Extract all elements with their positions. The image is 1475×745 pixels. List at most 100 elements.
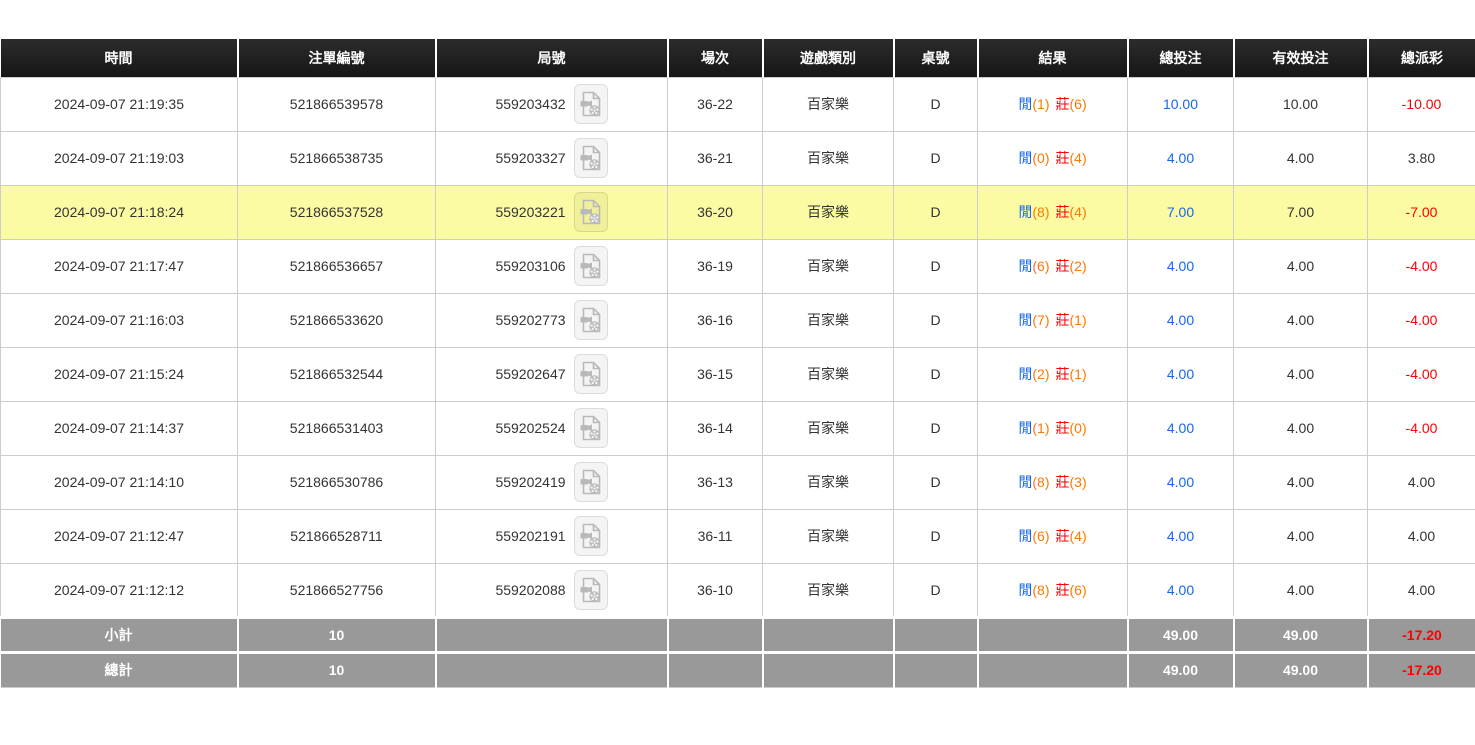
banker-result-score: (2) <box>1070 258 1087 274</box>
time-cell: 2024-09-07 21:12:12 <box>1 563 238 617</box>
video-replay-button[interactable] <box>574 516 608 556</box>
round-number: 559202191 <box>495 528 565 544</box>
col-header-game-type: 遊戲類別 <box>763 39 894 77</box>
video-file-icon <box>579 522 603 550</box>
banker-result-score: (4) <box>1070 204 1087 220</box>
valid-bet-cell: 10.00 <box>1234 77 1368 131</box>
table-number-cell: D <box>894 239 978 293</box>
total-bet-link[interactable]: 4.00 <box>1167 420 1194 436</box>
valid-bet-cell: 4.00 <box>1234 347 1368 401</box>
video-replay-button[interactable] <box>574 84 608 124</box>
total-bet-link[interactable]: 4.00 <box>1167 312 1194 328</box>
table-row: 2024-09-07 21:15:24 521866532544 5592026… <box>1 347 1475 401</box>
session-cell: 36-22 <box>668 77 763 131</box>
grand-total-label: 總計 <box>1 652 238 687</box>
total-bet-link[interactable]: 7.00 <box>1167 204 1194 220</box>
game-type-cell: 百家樂 <box>763 401 894 455</box>
table-row: 2024-09-07 21:19:03 521866538735 5592033… <box>1 131 1475 185</box>
video-replay-button[interactable] <box>574 300 608 340</box>
table-number-cell: D <box>894 455 978 509</box>
result-cell: 閒(6)莊(4) <box>978 509 1128 563</box>
table-number-cell: D <box>894 509 978 563</box>
result-cell: 閒(7)莊(1) <box>978 293 1128 347</box>
round-cell: 559202088 <box>436 563 668 617</box>
total-bet-link[interactable]: 4.00 <box>1167 528 1194 544</box>
valid-bet-cell: 4.00 <box>1234 401 1368 455</box>
video-replay-button[interactable] <box>574 570 608 610</box>
bet-id-cell: 521866536657 <box>238 239 436 293</box>
video-replay-button[interactable] <box>574 192 608 232</box>
round-cell: 559202773 <box>436 293 668 347</box>
video-replay-button[interactable] <box>574 462 608 502</box>
video-replay-button[interactable] <box>574 354 608 394</box>
bet-id-cell: 521866539578 <box>238 77 436 131</box>
round-cell: 559203432 <box>436 77 668 131</box>
game-type-cell: 百家樂 <box>763 131 894 185</box>
total-bet-cell: 4.00 <box>1128 455 1234 509</box>
valid-bet-cell: 4.00 <box>1234 131 1368 185</box>
banker-result-label: 莊 <box>1056 96 1070 112</box>
result-cell: 閒(8)莊(3) <box>978 455 1128 509</box>
subtotal-empty-table <box>894 617 978 652</box>
banker-result-score: (1) <box>1070 366 1087 382</box>
video-replay-button[interactable] <box>574 138 608 178</box>
session-cell: 36-16 <box>668 293 763 347</box>
time-cell: 2024-09-07 21:19:35 <box>1 77 238 131</box>
bet-id-cell: 521866533620 <box>238 293 436 347</box>
payout-cell: 4.00 <box>1368 455 1475 509</box>
player-result-score: (6) <box>1032 528 1049 544</box>
bet-id-cell: 521866538735 <box>238 131 436 185</box>
col-header-round: 局號 <box>436 39 668 77</box>
grand-total-empty-table <box>894 652 978 687</box>
payout-cell: -4.00 <box>1368 239 1475 293</box>
col-header-total-bet: 總投注 <box>1128 39 1234 77</box>
grand-total-empty-round <box>436 652 668 687</box>
total-bet-link[interactable]: 4.00 <box>1167 258 1194 274</box>
banker-result-label: 莊 <box>1056 150 1070 166</box>
valid-bet-cell: 4.00 <box>1234 239 1368 293</box>
table-number-cell: D <box>894 347 978 401</box>
game-type-cell: 百家樂 <box>763 509 894 563</box>
banker-result-score: (6) <box>1070 582 1087 598</box>
subtotal-empty-game <box>763 617 894 652</box>
session-cell: 36-11 <box>668 509 763 563</box>
table-number-cell: D <box>894 185 978 239</box>
time-cell: 2024-09-07 21:19:03 <box>1 131 238 185</box>
video-file-icon <box>579 198 603 226</box>
round-cell: 559202647 <box>436 347 668 401</box>
video-file-icon <box>579 306 603 334</box>
grand-total-empty-result <box>978 652 1128 687</box>
time-cell: 2024-09-07 21:18:24 <box>1 185 238 239</box>
banker-result-label: 莊 <box>1056 528 1070 544</box>
banker-result-score: (6) <box>1070 96 1087 112</box>
table-number-cell: D <box>894 293 978 347</box>
table-row: 2024-09-07 21:14:10 521866530786 5592024… <box>1 455 1475 509</box>
total-bet-link[interactable]: 4.00 <box>1167 150 1194 166</box>
total-bet-cell: 4.00 <box>1128 563 1234 617</box>
round-number: 559203327 <box>495 150 565 166</box>
col-header-time: 時間 <box>1 39 238 77</box>
subtotal-total-bet: 49.00 <box>1128 617 1234 652</box>
video-replay-button[interactable] <box>574 246 608 286</box>
result-cell: 閒(6)莊(2) <box>978 239 1128 293</box>
total-bet-link[interactable]: 4.00 <box>1167 366 1194 382</box>
table-header: 時間 注單編號 局號 場次 遊戲類別 桌號 結果 總投注 有效投注 總派彩 <box>1 39 1475 77</box>
table-row: 2024-09-07 21:12:12 521866527756 5592020… <box>1 563 1475 617</box>
session-cell: 36-10 <box>668 563 763 617</box>
total-bet-link[interactable]: 4.00 <box>1167 474 1194 490</box>
total-bet-cell: 4.00 <box>1128 509 1234 563</box>
time-cell: 2024-09-07 21:12:47 <box>1 509 238 563</box>
total-bet-link[interactable]: 10.00 <box>1163 96 1198 112</box>
player-result-score: (1) <box>1032 96 1049 112</box>
player-result-score: (7) <box>1032 312 1049 328</box>
video-file-icon <box>579 90 603 118</box>
video-replay-button[interactable] <box>574 408 608 448</box>
total-bet-cell: 10.00 <box>1128 77 1234 131</box>
result-cell: 閒(0)莊(4) <box>978 131 1128 185</box>
table-footer: 小計 10 49.00 49.00 -17.20 總計 10 49.00 49.… <box>1 617 1475 687</box>
total-bet-cell: 4.00 <box>1128 401 1234 455</box>
total-bet-link[interactable]: 4.00 <box>1167 582 1194 598</box>
video-file-icon <box>579 144 603 172</box>
round-cell: 559202524 <box>436 401 668 455</box>
table-row: 2024-09-07 21:19:35 521866539578 5592034… <box>1 77 1475 131</box>
